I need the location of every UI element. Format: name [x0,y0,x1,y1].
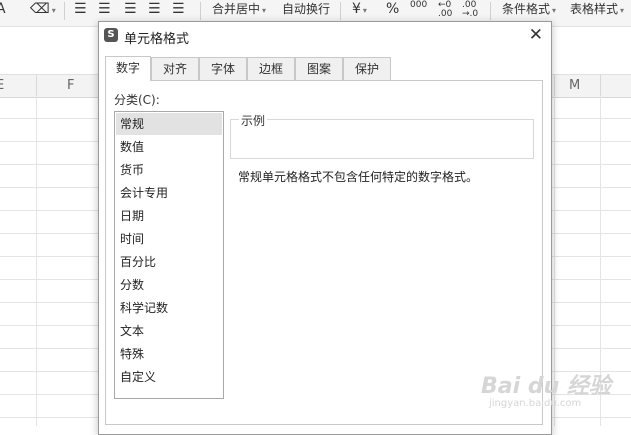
eraser-icon: ⌫ [30,1,50,17]
percent-button[interactable]: % [386,0,399,20]
conditional-format-label: 条件格式 [502,2,551,16]
column-header-m[interactable]: M [569,78,580,93]
category-scientific[interactable]: 科学记数 [116,297,222,319]
watermark-sub: jingyan.baidu.com [489,398,582,409]
merge-center-button[interactable]: 合并居中 ▾ [212,0,266,20]
category-text[interactable]: 文本 [116,320,222,342]
decrease-decimal-button[interactable]: .00 →.0 [462,1,478,21]
grid-column-line [36,96,37,426]
chevron-down-icon: ▾ [51,6,56,15]
table-style-label: 表格样式 [570,2,619,16]
number-tab-panel: 分类(C): 常规 数值 货币 会计专用 日期 时间 百分比 分数 科学记数 文… [105,80,543,425]
tab-border[interactable]: 边框 [247,57,295,80]
currency-icon: ¥ [352,1,361,17]
align-center-icon[interactable]: ☰ [98,0,111,20]
chevron-down-icon: ▾ [362,6,367,15]
app-logo-icon: S [104,28,118,42]
distributed-align-icon[interactable]: ☰ [172,0,185,20]
align-left-icon[interactable]: ☰ [74,0,87,20]
category-general[interactable]: 常规 [116,113,222,135]
baidu-watermark: Bai du 经验 jingyan.baidu.com [481,368,611,418]
thousands-separator-button[interactable]: 000 [410,1,427,21]
category-fraction[interactable]: 分数 [116,274,222,296]
toolbar-divider [64,2,65,20]
toolbar-divider [200,2,201,20]
sample-groupbox: 示例 [230,112,534,159]
dialog-titlebar[interactable]: S 单元格格式 ✕ [99,22,551,50]
category-time[interactable]: 时间 [116,228,222,250]
chevron-down-icon: ▾ [262,6,267,15]
category-special[interactable]: 特殊 [116,343,222,365]
category-currency[interactable]: 货币 [116,159,222,181]
category-accounting[interactable]: 会计专用 [116,182,222,204]
thousands-icon: 000 [410,0,428,10]
column-header-e[interactable]: E [0,78,4,93]
tab-alignment[interactable]: 对齐 [151,57,199,80]
tab-pattern[interactable]: 图案 [295,57,343,80]
decrease-decimal-bottom: →.0 [462,9,479,19]
watermark-main: Bai du 经验 [481,374,611,399]
tab-protection[interactable]: 保护 [343,57,391,80]
category-label: 分类(C): [114,93,160,107]
format-description: 常规单元格格式不包含任何特定的数字格式。 [238,170,479,184]
auto-wrap-button[interactable]: 自动换行 [282,0,330,20]
column-divider[interactable] [600,75,601,97]
chevron-down-icon: ▾ [620,6,625,15]
currency-button[interactable]: ¥ ▾ [352,0,367,20]
increase-decimal-button[interactable]: ←0 .00 [438,1,452,21]
toolbar-divider [340,2,341,20]
align-partial-icon[interactable]: A [0,0,6,20]
sample-label: 示例 [239,112,268,129]
eraser-button[interactable]: ⌫ ▾ [30,0,56,20]
category-percentage[interactable]: 百分比 [116,251,222,273]
increase-decimal-bottom: .00 [438,9,453,19]
column-header-f[interactable]: F [67,78,74,93]
category-custom[interactable]: 自定义 [116,366,222,388]
category-list[interactable]: 常规 数值 货币 会计专用 日期 时间 百分比 分数 科学记数 文本 特殊 自定… [114,111,224,399]
category-date[interactable]: 日期 [116,205,222,227]
conditional-format-button[interactable]: 条件格式 ▾ [502,0,556,20]
justify-icon[interactable]: ☰ [148,0,161,20]
chevron-down-icon: ▾ [552,6,557,15]
column-divider[interactable] [36,75,37,97]
align-right-icon[interactable]: ☰ [124,0,137,20]
tab-number[interactable]: 数字 [105,56,151,81]
column-divider[interactable] [554,75,555,97]
category-number[interactable]: 数值 [116,136,222,158]
table-style-button[interactable]: 表格样式 ▾ [570,0,624,20]
tab-font[interactable]: 字体 [199,57,247,80]
merge-center-label: 合并居中 [212,2,261,16]
dialog-title: 单元格格式 [124,32,190,47]
close-icon[interactable]: ✕ [529,25,543,45]
toolbar-divider [490,2,491,20]
